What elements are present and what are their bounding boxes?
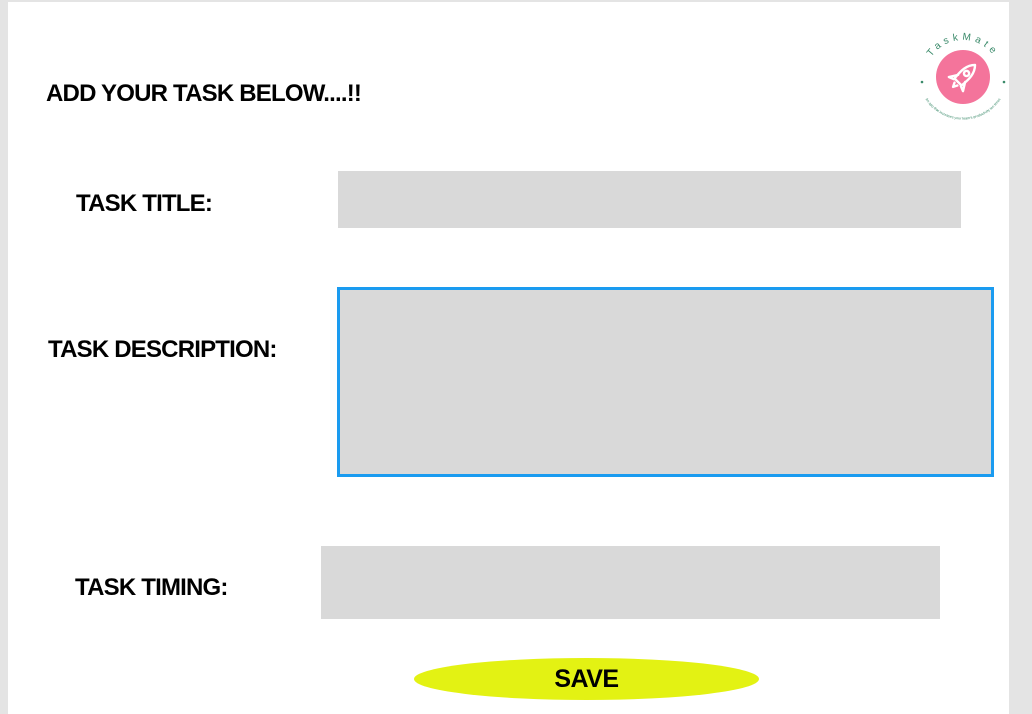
logo-circle	[936, 50, 990, 104]
logo-dot-left	[920, 80, 924, 84]
task-form-page: TaskMate An app that increases your team…	[8, 2, 1009, 714]
logo-dot-right	[1002, 80, 1006, 84]
task-title-input[interactable]	[338, 171, 961, 228]
taskmate-logo: TaskMate An app that increases your team…	[909, 24, 1017, 132]
task-timing-label: TASK TIMING:	[75, 574, 228, 601]
task-timing-input[interactable]	[321, 546, 940, 619]
task-title-label: TASK TITLE:	[76, 190, 213, 217]
page-heading: ADD YOUR TASK BELOW....!!	[46, 80, 362, 107]
task-description-label: TASK DESCRIPTION:	[48, 336, 277, 363]
save-button[interactable]: SAVE	[414, 658, 759, 700]
task-description-input[interactable]	[337, 287, 994, 477]
